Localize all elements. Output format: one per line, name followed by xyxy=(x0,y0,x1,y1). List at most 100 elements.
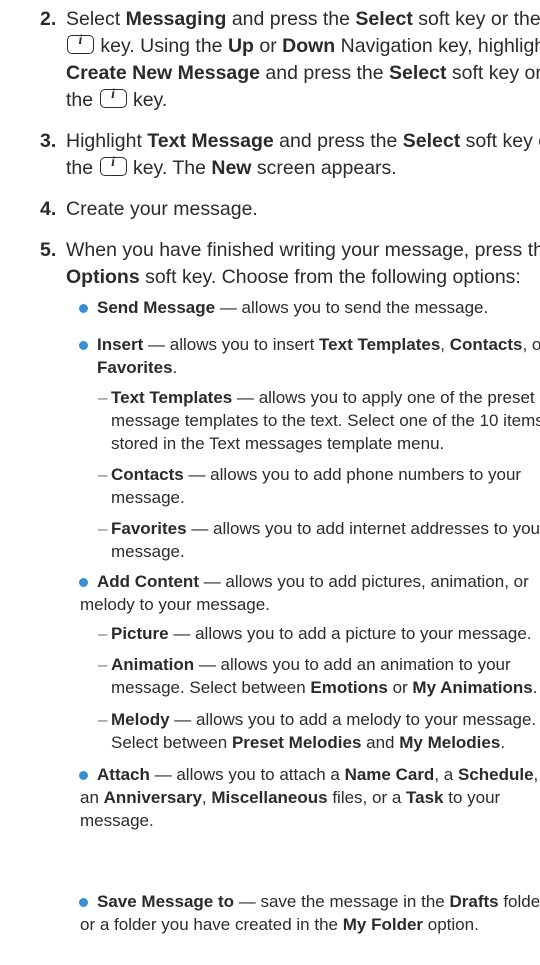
option-text: Save Message to — save the message in th… xyxy=(80,890,540,936)
text: or xyxy=(253,35,283,57)
text: — allows you to apply one of the preset xyxy=(232,388,535,407)
sub-option-name: Favorites xyxy=(111,519,187,538)
term-task: Task xyxy=(406,788,444,807)
sub-option-text: Animation — allows you to add an animati… xyxy=(111,653,537,699)
text: Select between xyxy=(111,733,232,752)
sub-option-text: Favorites — allows you to add internet a… xyxy=(111,517,540,563)
sub-option-name: Contacts xyxy=(111,465,184,484)
sub-option-text: Text Templates — allows you to apply one… xyxy=(111,386,540,455)
text: and press the xyxy=(260,62,390,84)
bullet-icon xyxy=(79,341,88,350)
text: option. xyxy=(423,915,479,934)
term-favorites: Favorites xyxy=(97,358,173,377)
sub-option-name: Animation xyxy=(111,655,195,674)
dash-icon: – xyxy=(98,655,108,674)
text: files, or a xyxy=(327,788,407,807)
term-options: Options xyxy=(66,266,140,288)
term-select: Select xyxy=(355,8,413,30)
text: . xyxy=(172,358,178,377)
bullet-icon xyxy=(79,771,88,780)
text: screen appears. xyxy=(251,157,397,179)
option-name: Save Message to xyxy=(97,892,235,911)
option-text: Insert — allows you to insert Text Templ… xyxy=(97,333,540,379)
term-text-message: Text Message xyxy=(147,130,274,152)
text: and press the xyxy=(226,8,356,30)
dash-icon: – xyxy=(98,465,108,484)
step-text: Create your message. xyxy=(66,196,514,223)
step-number: 3. xyxy=(40,130,57,152)
text: , xyxy=(533,765,539,784)
text: melody to your message. xyxy=(80,595,270,614)
text: — allows you to attach a xyxy=(149,765,345,784)
text: . xyxy=(500,733,506,752)
text: an xyxy=(80,788,104,807)
text: soft key or xyxy=(446,62,540,84)
text: the xyxy=(66,157,99,179)
text: folder xyxy=(503,892,540,911)
text: Navigation key, highlight xyxy=(335,35,540,57)
term-up: Up xyxy=(227,35,254,57)
sub-option-name: Text Templates xyxy=(111,388,233,407)
term-my-melodies: My Melodies xyxy=(399,733,501,752)
term-schedule: Schedule xyxy=(457,765,534,784)
text: Highlight xyxy=(66,130,148,152)
term-my-folder: My Folder xyxy=(342,915,424,934)
text: message. Select between xyxy=(111,678,311,697)
option-name: Insert xyxy=(97,335,144,354)
term-miscellaneous: Miscellaneous xyxy=(211,788,328,807)
term-messaging: Messaging xyxy=(125,8,227,30)
term-anniversary: Anniversary xyxy=(103,788,202,807)
sub-option-name: Melody xyxy=(111,710,170,729)
text: and press the xyxy=(273,130,403,152)
text: Create your message. xyxy=(66,198,258,220)
text: key. The xyxy=(127,157,212,179)
dash-icon: – xyxy=(98,624,108,643)
step-text: When you have finished writing your mess… xyxy=(66,237,540,291)
dash-icon: – xyxy=(98,388,108,407)
text: — save the message in the xyxy=(234,892,450,911)
text: — allows you to add pictures, animation,… xyxy=(198,572,529,591)
text: message. xyxy=(80,811,154,830)
text: to your xyxy=(443,788,501,807)
option-name: Attach xyxy=(97,765,150,784)
text: the xyxy=(66,89,99,111)
bullet-icon xyxy=(79,304,88,313)
term-down: Down xyxy=(282,35,336,57)
text: message. xyxy=(111,542,185,561)
text: — allows you to add an animation to your xyxy=(194,655,511,674)
term-contacts: Contacts xyxy=(449,335,523,354)
text: — allows you to add internet addresses t… xyxy=(186,519,540,538)
dash-icon: – xyxy=(98,710,108,729)
text: or xyxy=(387,678,413,697)
term-create-new-message: Create New Message xyxy=(66,62,261,84)
term-preset-melodies: Preset Melodies xyxy=(231,733,362,752)
text: — allows you to add phone numbers to you… xyxy=(183,465,522,484)
text: When you have finished writing your mess… xyxy=(66,239,540,261)
sub-option-name: Picture xyxy=(111,624,169,643)
text: key. xyxy=(127,89,168,111)
text: , a xyxy=(434,765,458,784)
text: soft key or xyxy=(465,130,540,152)
option-name: Send Message xyxy=(97,298,216,317)
text: and xyxy=(361,733,400,752)
step-number: 2. xyxy=(40,8,57,30)
text: — allows you to add a melody to your mes… xyxy=(169,710,537,729)
option-name: Add Content xyxy=(97,572,199,591)
info-key-icon: i xyxy=(67,33,94,54)
term-select: Select xyxy=(389,62,447,84)
text: stored in the Text messages template men… xyxy=(111,434,445,453)
bullet-icon xyxy=(79,578,88,587)
info-key-icon: i xyxy=(99,155,127,176)
text: . xyxy=(532,678,538,697)
text: or a folder you have created in the xyxy=(80,915,343,934)
text: , xyxy=(440,335,450,354)
term-text-templates: Text Templates xyxy=(319,335,441,354)
option-text: Attach — allows you to attach a Name Car… xyxy=(80,763,538,832)
text: key. Using the xyxy=(95,35,228,57)
info-key-icon: i xyxy=(99,87,127,108)
step-number: 5. xyxy=(40,239,57,261)
term-name-card: Name Card xyxy=(344,765,435,784)
option-text: Add Content — allows you to add pictures… xyxy=(80,570,529,616)
text: — allows you to add a picture to your me… xyxy=(168,624,532,643)
text: soft key or the xyxy=(412,8,540,30)
